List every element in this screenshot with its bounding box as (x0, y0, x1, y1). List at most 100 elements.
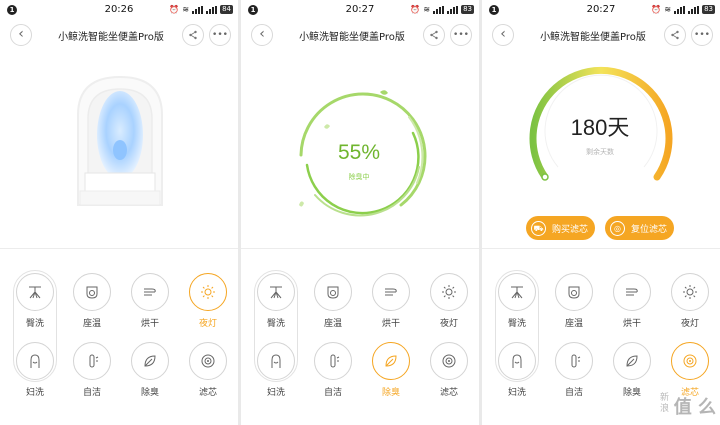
deodorize-progress: 55% 除臭中 (241, 55, 479, 247)
share-icon (671, 30, 679, 40)
sun-icon (683, 285, 697, 299)
female-wash-button[interactable]: 妇洗 (13, 342, 57, 398)
filter-button[interactable]: 滤芯 (186, 342, 230, 398)
wand-icon (330, 354, 340, 368)
battery-level: 83 (461, 5, 474, 14)
sun-icon (201, 285, 215, 299)
seat-temp-button[interactable]: 座温 (552, 273, 596, 329)
fan-icon (385, 288, 397, 296)
seat-temp-label: 座温 (82, 319, 101, 329)
deodorize-button[interactable]: 除臭 (369, 342, 413, 398)
signal-icon-2 (206, 5, 218, 14)
reset-filter-label: 复位滤芯 (631, 224, 668, 235)
share-button[interactable] (182, 24, 204, 46)
more-icon: ••• (212, 30, 228, 40)
deodorize-button[interactable]: 除臭 (128, 342, 172, 398)
self-clean-button[interactable]: 自洁 (552, 342, 596, 398)
night-light-button[interactable]: 夜灯 (186, 273, 230, 329)
deodorize-percent: 55% (338, 141, 380, 164)
alarm-icon: ⏰ (651, 5, 662, 14)
screen-toilet-overview: 1 20:26 ⏰ ≋ 84 ‹ 小鲸洗智能坐便盖Pro版 ••• 臀洗 座温 … (0, 0, 238, 425)
divider (241, 248, 479, 249)
hip-wash-button[interactable]: 臀洗 (254, 273, 298, 329)
female-wash-label: 妇洗 (25, 388, 44, 398)
self-clean-button[interactable]: 自洁 (70, 342, 114, 398)
hip-wash-label: 臀洗 (266, 319, 285, 329)
filter-caption: 剩余天数 (586, 147, 614, 156)
page-title: 小鲸洗智能坐便盖Pro版 (58, 32, 164, 43)
nav-bar: ‹ 小鲸洗智能坐便盖Pro版 ••• (0, 24, 238, 48)
more-button[interactable]: ••• (691, 24, 713, 46)
night-light-label: 夜灯 (439, 319, 458, 329)
night-light-label: 夜灯 (680, 319, 699, 329)
seat-icon (86, 286, 98, 299)
battery-level: 84 (220, 5, 233, 14)
seat-temp-button[interactable]: 座温 (311, 273, 355, 329)
dry-button[interactable]: 烘干 (128, 273, 172, 329)
page-title: 小鲸洗智能坐便盖Pro版 (299, 32, 405, 43)
female-wash-label: 妇洗 (266, 388, 285, 398)
female-icon (30, 354, 40, 368)
night-light-label: 夜灯 (198, 319, 217, 329)
alarm-icon: ⏰ (410, 5, 421, 14)
female-icon (512, 354, 522, 368)
more-icon: ••• (453, 30, 469, 40)
filter-button[interactable]: 滤芯 (427, 342, 471, 398)
spray-icon (270, 286, 282, 299)
share-icon (189, 30, 197, 40)
wifi-icon: ≋ (664, 5, 672, 14)
status-bar: 1 20:27 ⏰ ≋ 83 (482, 0, 720, 20)
back-button[interactable]: ‹ (10, 24, 32, 46)
sun-icon (442, 285, 456, 299)
more-icon: ••• (694, 30, 710, 40)
more-button[interactable]: ••• (450, 24, 472, 46)
reset-filter-button[interactable]: ◎ 复位滤芯 (605, 216, 674, 240)
share-icon (430, 30, 438, 40)
female-wash-button[interactable]: 妇洗 (495, 342, 539, 398)
deodorize-label: 除臭 (140, 388, 159, 398)
buy-filter-label: 购买滤芯 (552, 224, 589, 235)
toilet-illustration (0, 55, 238, 247)
dry-button[interactable]: 烘干 (369, 273, 413, 329)
share-button[interactable] (664, 24, 686, 46)
deodorize-button[interactable]: 除臭 (610, 342, 654, 398)
alarm-icon: ⏰ (169, 5, 180, 14)
buy-filter-button[interactable]: ⛟ 购买滤芯 (526, 216, 595, 240)
night-light-button[interactable]: 夜灯 (668, 273, 712, 329)
dry-button[interactable]: 烘干 (610, 273, 654, 329)
filter-button[interactable]: 滤芯 (668, 342, 712, 398)
share-button[interactable] (423, 24, 445, 46)
deodorize-label: 除臭 (381, 388, 400, 398)
leaf-icon (385, 355, 397, 367)
signal-icon (674, 5, 686, 14)
female-wash-button[interactable]: 妇洗 (254, 342, 298, 398)
signal-icon-2 (688, 5, 700, 14)
self-clean-button[interactable]: 自洁 (311, 342, 355, 398)
spray-icon (29, 286, 41, 299)
deodorize-label: 除臭 (622, 388, 641, 398)
hip-wash-button[interactable]: 臀洗 (13, 273, 57, 329)
hip-wash-button[interactable]: 臀洗 (495, 273, 539, 329)
back-icon: ‹ (259, 26, 265, 42)
more-button[interactable]: ••• (209, 24, 231, 46)
deodorize-status: 除臭中 (349, 172, 370, 181)
signal-icon (433, 5, 445, 14)
seat-temp-button[interactable]: 座温 (70, 273, 114, 329)
back-button[interactable]: ‹ (492, 24, 514, 46)
seat-icon (568, 286, 580, 299)
screen-deodorize: 1 20:27 ⏰ ≋ 83 ‹ 小鲸洗智能坐便盖Pro版 ••• 55% 除臭… (241, 0, 479, 425)
divider (482, 248, 720, 249)
seat-temp-label: 座温 (323, 319, 342, 329)
filter-gauge: 180天 剩余天数 (482, 55, 720, 247)
leaf-icon (144, 355, 156, 367)
leaf-icon (626, 355, 638, 367)
night-light-button[interactable]: 夜灯 (427, 273, 471, 329)
back-button[interactable]: ‹ (251, 24, 273, 46)
back-icon: ‹ (18, 26, 24, 42)
self-clean-label: 自洁 (82, 388, 101, 398)
fan-icon (144, 288, 156, 296)
screen-filter: 1 20:27 ⏰ ≋ 83 ‹ 小鲸洗智能坐便盖Pro版 ••• 180天 剩… (482, 0, 720, 425)
dry-label: 烘干 (622, 319, 641, 329)
dry-label: 烘干 (381, 319, 400, 329)
status-bar: 1 20:26 ⏰ ≋ 84 (0, 0, 238, 20)
